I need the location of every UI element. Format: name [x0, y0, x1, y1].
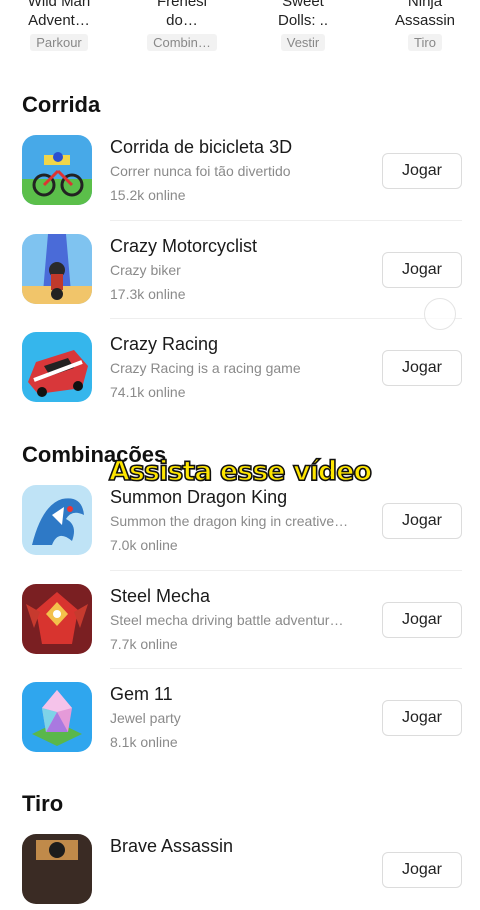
divider	[110, 220, 462, 221]
video-caption-overlay: Assista esse vídeo	[108, 455, 373, 488]
game-description: Crazy Racing is a racing game	[110, 360, 301, 376]
online-count: 7.7k online	[110, 636, 178, 652]
game-description: Crazy biker	[110, 262, 181, 278]
top-game-title: Ninja Assassin	[394, 0, 456, 29]
play-button[interactable]: Jogar	[382, 350, 462, 386]
game-description: Correr nunca foi tão divertido	[110, 163, 291, 179]
game-row[interactable]: Crazy Motorcyclist Crazy biker 17.3k onl…	[22, 234, 462, 310]
online-count: 7.0k online	[110, 537, 178, 553]
top-games-row: Wild Man Advent… Parkour Frenesi do… Com…	[0, 0, 480, 62]
online-count: 15.2k online	[110, 187, 186, 203]
gem-icon	[22, 682, 92, 752]
floating-touch-indicator	[424, 298, 456, 330]
top-game-tag: Tiro	[408, 34, 442, 51]
section-title-corrida: Corrida	[22, 92, 101, 117]
top-game-ninja-assassin[interactable]: Ninja Assassin Tiro	[370, 0, 480, 52]
section-title-tiro: Tiro	[22, 791, 64, 816]
play-button[interactable]: Jogar	[382, 252, 462, 288]
game-row[interactable]: Corrida de bicicleta 3D Correr nunca foi…	[22, 135, 462, 211]
game-description: Jewel party	[110, 710, 181, 726]
divider	[110, 570, 462, 571]
top-game-tag: Combin…	[147, 34, 217, 51]
motorcycle-icon	[22, 234, 92, 304]
online-count: 8.1k online	[110, 734, 178, 750]
game-title: Steel Mecha	[110, 586, 211, 606]
game-title: Gem 11	[110, 684, 173, 704]
top-game-title: Frenesi do…	[156, 0, 208, 29]
game-title: Crazy Motorcyclist	[110, 236, 258, 256]
top-game-tag: Vestir	[280, 34, 326, 51]
assassin-icon	[22, 834, 92, 904]
play-button[interactable]: Jogar	[382, 852, 462, 888]
play-button[interactable]: Jogar	[382, 153, 462, 189]
game-title: Crazy Racing	[110, 334, 219, 354]
game-row[interactable]: Steel Mecha Steel mecha driving battle a…	[22, 584, 462, 660]
game-title: Summon Dragon King	[110, 487, 288, 507]
top-game-frenesi[interactable]: Frenesi do… Combin…	[127, 0, 237, 52]
online-count: 74.1k online	[110, 384, 186, 400]
play-button[interactable]: Jogar	[382, 602, 462, 638]
divider	[110, 318, 462, 319]
top-game-title: Sweet Dolls: ..	[277, 0, 328, 29]
top-game-title: Wild Man Advent…	[27, 0, 91, 29]
game-description: Steel mecha driving battle adventur…	[110, 612, 344, 628]
game-title: Corrida de bicicleta 3D	[110, 137, 293, 157]
top-game-tag: Parkour	[30, 34, 88, 51]
top-game-sweet-dolls[interactable]: Sweet Dolls: .. Vestir	[248, 0, 358, 52]
play-button[interactable]: Jogar	[382, 503, 462, 539]
race-car-icon	[22, 332, 92, 402]
bicycle-icon	[22, 135, 92, 205]
game-row[interactable]: Crazy Racing Crazy Racing is a racing ga…	[22, 332, 462, 408]
top-game-wild-man[interactable]: Wild Man Advent… Parkour	[4, 0, 114, 52]
game-description: Summon the dragon king in creative…	[110, 513, 349, 529]
dragon-icon	[22, 485, 92, 555]
online-count: 17.3k online	[110, 286, 186, 302]
mecha-icon	[22, 584, 92, 654]
game-row[interactable]: Gem 11 Jewel party 8.1k online Jogar	[22, 682, 462, 758]
play-button[interactable]: Jogar	[382, 700, 462, 736]
game-row[interactable]: Brave Assassin Jogar	[22, 834, 462, 910]
game-row[interactable]: Summon Dragon King Summon the dragon kin…	[22, 485, 462, 561]
divider	[110, 668, 462, 669]
